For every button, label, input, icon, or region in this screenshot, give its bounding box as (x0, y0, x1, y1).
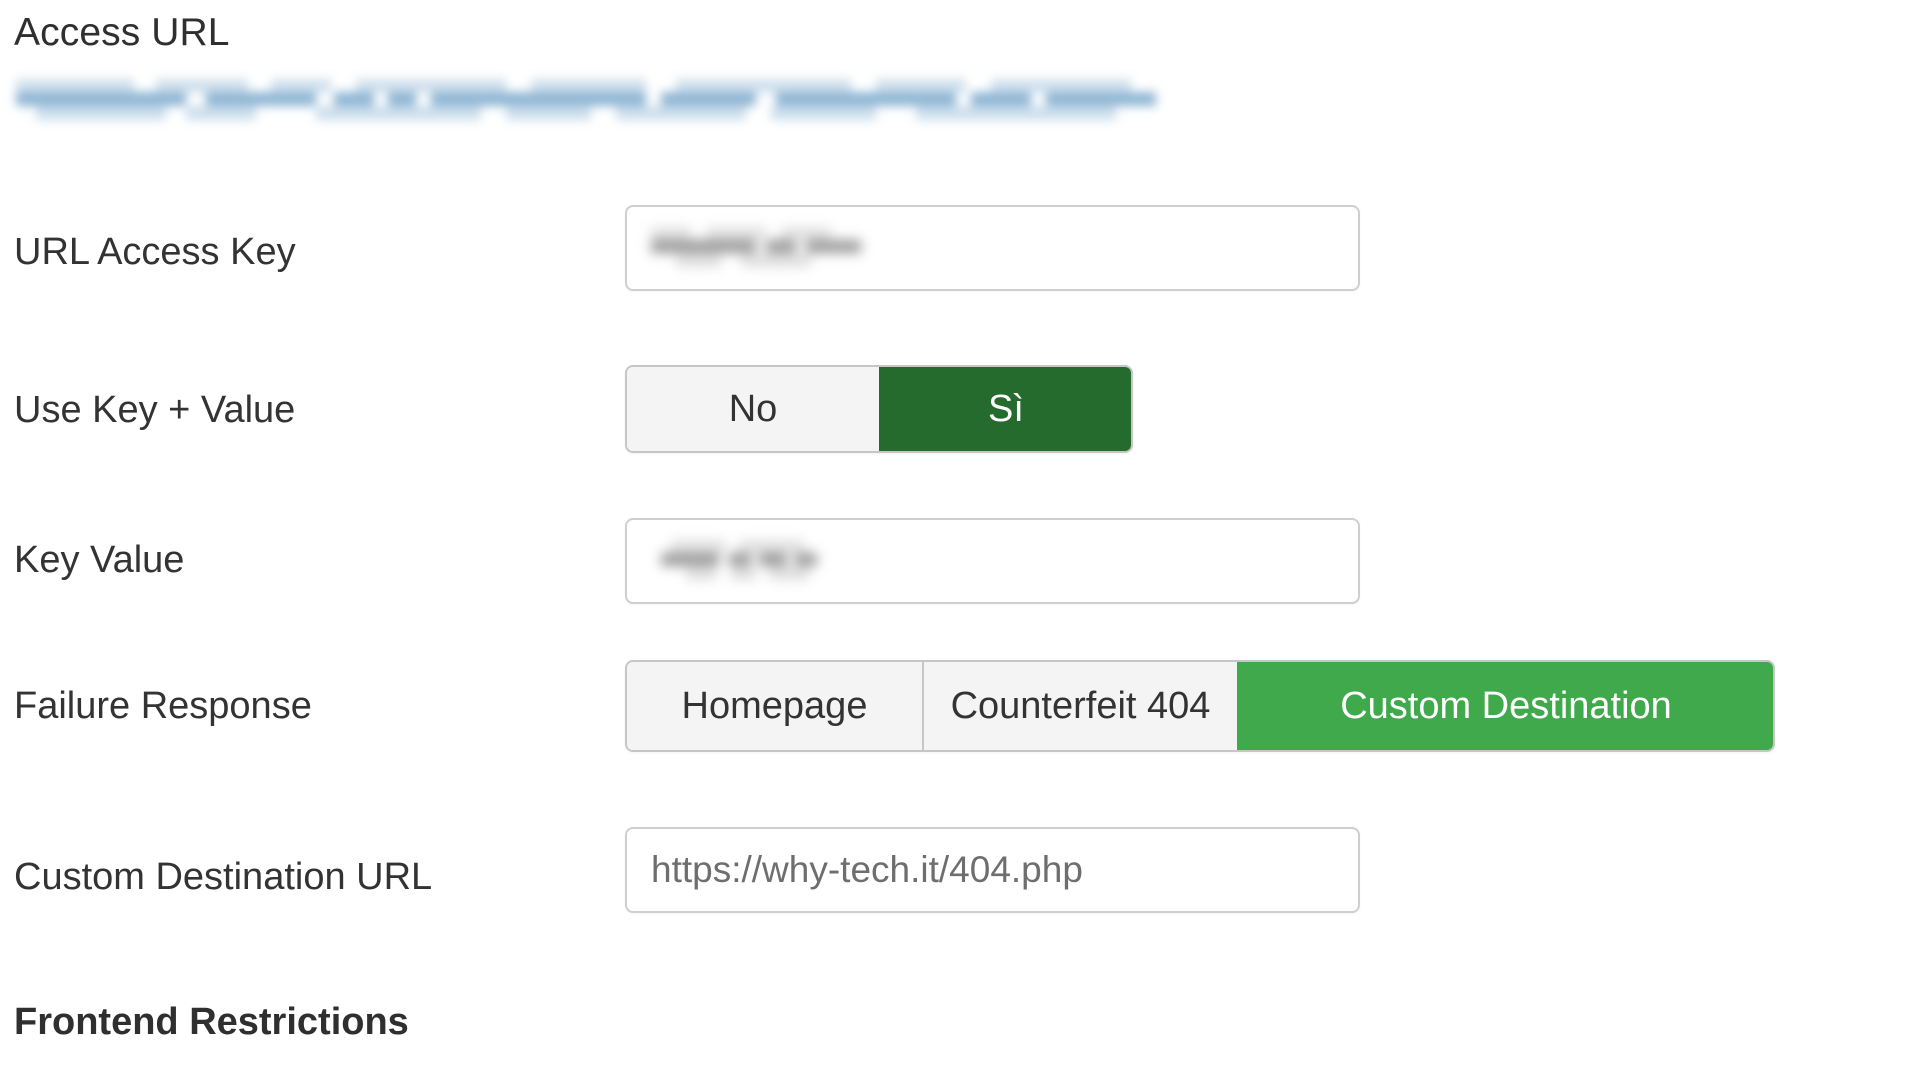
custom-destination-url-value: https://why-tech.it/404.php (651, 849, 1083, 890)
use-key-value-option-no[interactable]: No (627, 367, 879, 451)
access-url-block: Access URL (14, 10, 1214, 120)
frontend-restrictions-heading: Frontend Restrictions (14, 1001, 409, 1043)
custom-destination-url-input[interactable]: https://why-tech.it/404.php (625, 827, 1360, 913)
url-access-key-label: URL Access Key (14, 231, 296, 273)
redaction-band (16, 79, 1161, 93)
failure-response-label: Failure Response (14, 685, 312, 727)
use-key-value-option-yes[interactable]: Sì (879, 367, 1131, 451)
redaction-band (16, 92, 1161, 106)
use-key-value-label: Use Key + Value (14, 389, 296, 431)
access-url-title: Access URL (14, 11, 230, 54)
use-key-value-toggle[interactable]: No Sì (625, 365, 1133, 453)
key-value-input[interactable] (625, 518, 1360, 604)
failure-response-option-custom-destination[interactable]: Custom Destination (1237, 662, 1773, 750)
url-access-key-input[interactable] (625, 205, 1360, 291)
failure-response-option-counterfeit-404[interactable]: Counterfeit 404 (922, 662, 1237, 750)
failure-response-toggle[interactable]: Homepage Counterfeit 404 Custom Destinat… (625, 660, 1775, 752)
key-value-value-redacted (651, 538, 821, 586)
url-access-key-value-redacted (651, 225, 866, 273)
settings-form-page: Access URL URL Access Key Use Key + Valu… (0, 0, 1920, 1080)
custom-destination-url-label: Custom Destination URL (14, 856, 433, 898)
key-value-label: Key Value (14, 539, 185, 581)
failure-response-option-homepage[interactable]: Homepage (627, 662, 922, 750)
access-url-value-redacted[interactable] (16, 75, 1161, 125)
redaction-band (16, 106, 1161, 120)
